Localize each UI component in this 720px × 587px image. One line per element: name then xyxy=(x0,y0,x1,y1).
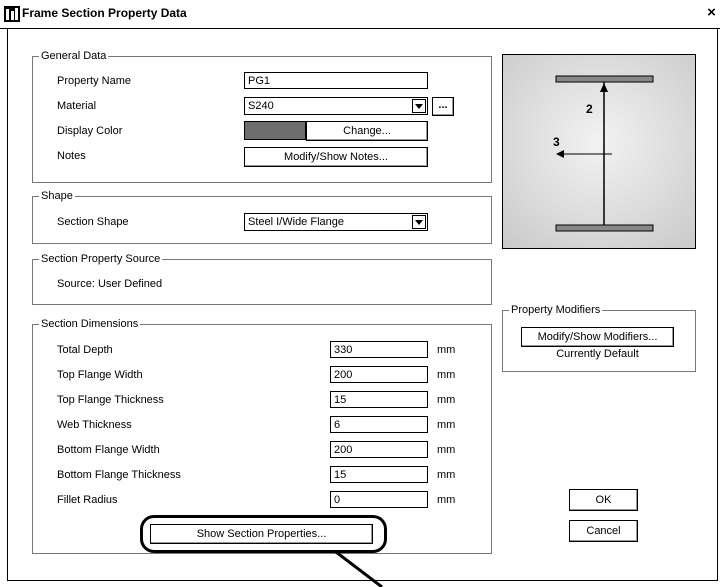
dimension-unit: mm xyxy=(437,369,456,381)
ok-button[interactable]: OK xyxy=(569,489,638,511)
modify-modifiers-button[interactable]: Modify/Show Modifiers... xyxy=(521,327,674,347)
section-shape-label: Section Shape xyxy=(57,216,129,228)
dimension-label: Top Flange Width xyxy=(57,369,143,381)
dimension-label: Bottom Flange Width xyxy=(57,444,160,456)
material-dropdown[interactable]: S240 xyxy=(244,97,428,115)
dimension-unit: mm xyxy=(437,444,456,456)
section-shape-value: Steel I/Wide Flange xyxy=(248,216,344,228)
material-label: Material xyxy=(57,100,97,112)
property-source-title: Section Property Source xyxy=(39,253,163,266)
dimension-unit: mm xyxy=(437,494,456,506)
pointer-arrow xyxy=(335,550,383,587)
dimension-label: Total Depth xyxy=(57,344,113,356)
title-bar: Frame Section Property Data × xyxy=(0,0,720,29)
section-preview: 2 3 xyxy=(502,54,696,249)
dimension-field[interactable] xyxy=(330,441,428,458)
close-icon[interactable]: × xyxy=(703,4,720,22)
notes-label: Notes xyxy=(57,150,86,162)
dimension-field[interactable] xyxy=(330,416,428,433)
section-shape-dropdown[interactable]: Steel I/Wide Flange xyxy=(244,213,428,231)
app-icon xyxy=(4,6,20,22)
material-value: S240 xyxy=(248,100,274,112)
cancel-button[interactable]: Cancel xyxy=(569,520,638,542)
dimension-field[interactable] xyxy=(330,391,428,408)
property-modifiers-title: Property Modifiers xyxy=(509,304,603,317)
dimension-label: Fillet Radius xyxy=(57,494,118,506)
change-color-button[interactable]: Change... xyxy=(306,121,428,141)
dimension-field[interactable] xyxy=(330,341,428,358)
dimension-unit: mm xyxy=(437,344,456,356)
display-color-label: Display Color xyxy=(57,125,123,137)
section-dimensions-title: Section Dimensions xyxy=(39,318,141,331)
dimension-field[interactable] xyxy=(330,366,428,383)
axis-3-label: 3 xyxy=(553,135,560,149)
dimension-label: Bottom Flange Thickness xyxy=(57,469,181,481)
display-color-swatch xyxy=(244,121,306,140)
shape-title: Shape xyxy=(39,190,75,203)
dimension-label: Top Flange Thickness xyxy=(57,394,164,406)
property-name-field[interactable] xyxy=(244,72,428,89)
dimension-field[interactable] xyxy=(330,466,428,483)
dimension-unit: mm xyxy=(437,394,456,406)
show-section-properties-button[interactable]: Show Section Properties... xyxy=(150,524,373,544)
property-name-label: Property Name xyxy=(57,75,131,87)
i-section-drawing: 2 3 xyxy=(553,75,654,232)
modify-notes-button[interactable]: Modify/Show Notes... xyxy=(244,147,428,167)
general-data-title: General Data xyxy=(39,50,109,63)
dimension-field[interactable] xyxy=(330,491,428,508)
modifiers-status: Currently Default xyxy=(556,348,639,360)
chevron-down-icon[interactable] xyxy=(412,215,426,229)
axis-2-label: 2 xyxy=(586,102,593,116)
chevron-down-icon[interactable] xyxy=(412,99,426,113)
material-more-button[interactable]: ... xyxy=(432,97,454,116)
source-text: Source: User Defined xyxy=(57,278,163,290)
dimension-unit: mm xyxy=(437,469,456,481)
dimension-label: Web Thickness xyxy=(57,419,132,431)
window-title: Frame Section Property Data xyxy=(22,6,187,20)
dimension-unit: mm xyxy=(437,419,456,431)
